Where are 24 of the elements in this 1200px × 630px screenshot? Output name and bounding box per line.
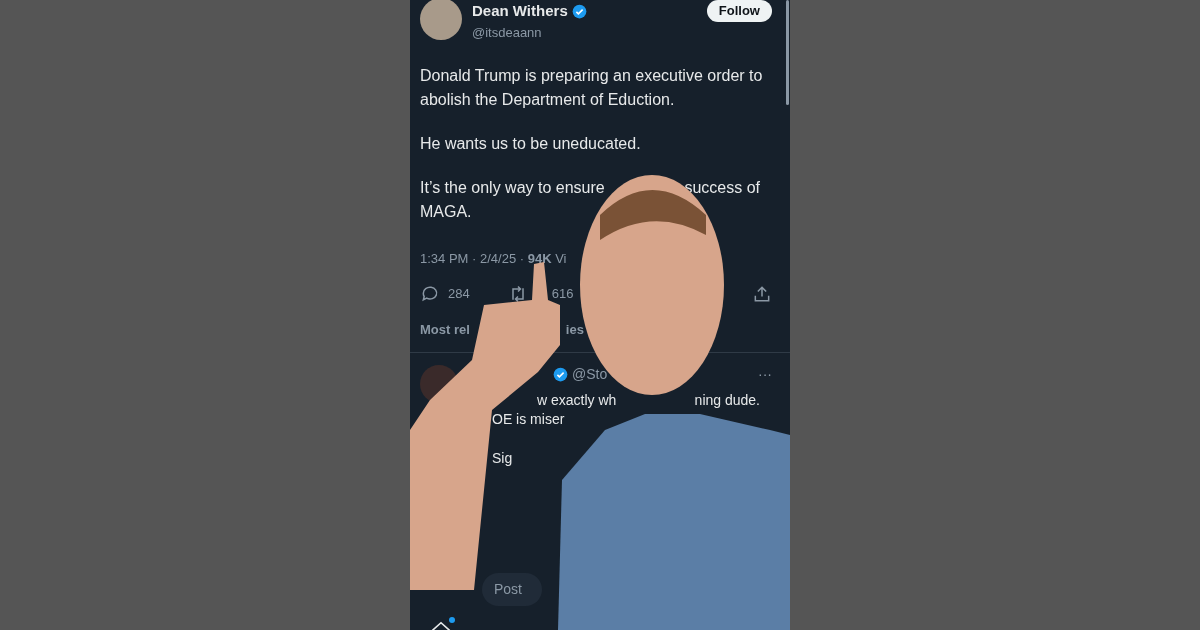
reply-text: OE is miser	[492, 409, 565, 429]
avatar	[420, 0, 462, 40]
reply-text: Sig	[492, 448, 514, 468]
follow-button[interactable]: Follow	[706, 0, 772, 22]
sort-label: Most rel	[420, 321, 470, 339]
share-icon[interactable]	[752, 284, 772, 304]
post-text: MAGA.	[420, 202, 472, 222]
reply-handle: @Sto	[572, 365, 608, 384]
reply-text: w exactly wh	[537, 390, 617, 410]
repost-count: 616	[551, 285, 574, 304]
author-name: Dean Withers	[472, 1, 568, 21]
more-menu-button[interactable]: ···	[758, 364, 772, 385]
comment-icon	[420, 284, 440, 304]
post-text: success of	[684, 178, 760, 198]
post-meta: 1:34 PM · 2/4/25 · 94K Vi	[420, 251, 567, 266]
post-text: Donald Trump is preparing an executive order to	[420, 66, 763, 86]
post-reply-field[interactable]: Post	[482, 572, 542, 606]
post-text: It’s the only way to ensure	[420, 178, 605, 198]
reply-button[interactable]: 284	[420, 284, 470, 304]
post-text: abolish the Department of Eduction.	[420, 90, 675, 110]
reply-text: ning dude.	[694, 390, 760, 410]
post-text: He wants us to be uneducated.	[420, 134, 641, 154]
author-handle: @itsdeaann	[472, 23, 543, 42]
sort-label: ies	[565, 321, 584, 339]
